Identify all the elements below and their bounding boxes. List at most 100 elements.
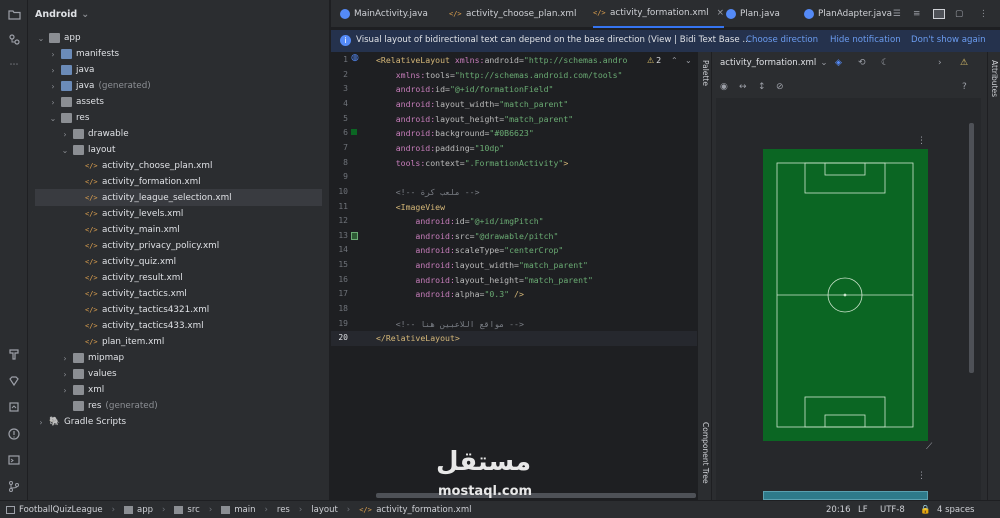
- color-swatch-icon[interactable]: [351, 129, 357, 135]
- eye-icon[interactable]: ◉: [720, 82, 728, 92]
- terminal-icon[interactable]: [6, 452, 22, 468]
- tab-list-icon[interactable]: ☰: [893, 0, 901, 28]
- design-view-icon[interactable]: ▢: [955, 0, 963, 28]
- resize-handle-icon[interactable]: ⟋: [926, 442, 932, 452]
- gem-icon[interactable]: [6, 373, 22, 389]
- chevron-up-icon[interactable]: ⌃: [671, 56, 678, 65]
- project-view-title: Android: [35, 8, 78, 20]
- tree-item-file[interactable]: </> activity_main.xml: [85, 222, 180, 238]
- tree-item-file-selected[interactable]: </> activity_league_selection.xml: [85, 190, 232, 206]
- problems-icon[interactable]: [6, 426, 22, 442]
- layout-file-select[interactable]: activity_formation.xml ⌄: [720, 58, 828, 68]
- tree-item-file[interactable]: </> activity_formation.xml: [85, 174, 201, 190]
- device-manager-icon[interactable]: [6, 399, 22, 415]
- split-view-icon[interactable]: [933, 0, 945, 28]
- hide-notification-link[interactable]: Hide notification: [830, 35, 901, 45]
- dont-show-again-link[interactable]: Don't show again: [911, 35, 986, 45]
- breadcrumb-separator: ›: [346, 504, 351, 515]
- more-options-icon[interactable]: ⋮: [979, 0, 988, 28]
- tree-item-file[interactable]: </> activity_tactics.xml: [85, 286, 187, 302]
- tree-item-gradle-scripts[interactable]: › 🐘 Gradle Scripts: [37, 414, 126, 430]
- lock-icon[interactable]: 🔒: [920, 505, 931, 515]
- tree-item-values[interactable]: › values: [61, 366, 117, 382]
- tree-item-mipmap[interactable]: › mipmap: [61, 350, 124, 366]
- tree-item-res[interactable]: ⌄ res: [49, 110, 89, 126]
- help-icon[interactable]: ?: [962, 82, 967, 92]
- design-canvas[interactable]: ⋮ ⟋ ⋮: [716, 98, 981, 500]
- horizontal-scrollbar[interactable]: [376, 493, 696, 498]
- chevron-right-icon: ›: [63, 369, 67, 379]
- tree-item-file[interactable]: </> activity_result.xml: [85, 270, 183, 286]
- line-number: 3: [343, 84, 348, 94]
- tree-item-layout[interactable]: ⌄ layout: [61, 142, 115, 158]
- phone-preview[interactable]: [763, 149, 928, 441]
- blueprint-preview[interactable]: [763, 491, 928, 500]
- code-view-icon[interactable]: ≡: [913, 0, 920, 28]
- tree-item-manifests[interactable]: › manifests: [49, 46, 119, 62]
- attributes-tab[interactable]: Attributes: [989, 60, 999, 97]
- build-hammer-icon[interactable]: [6, 346, 22, 362]
- tree-item-java[interactable]: › java: [49, 62, 94, 78]
- orientation-icon[interactable]: ⟲: [858, 58, 866, 68]
- tree-item-file[interactable]: </> activity_choose_plan.xml: [85, 158, 212, 174]
- tree-item-file[interactable]: </> activity_privacy_policy.xml: [85, 238, 219, 254]
- breadcrumb-item[interactable]: res: [277, 505, 290, 515]
- more-options-icon[interactable]: ⋮: [917, 136, 926, 146]
- module-icon: [6, 505, 15, 514]
- code-token: <RelativeLayout: [376, 55, 455, 65]
- tree-item-app[interactable]: ⌄ app: [37, 30, 81, 46]
- tree-item-file[interactable]: </> activity_tactics433.xml: [85, 318, 204, 334]
- tree-item-assets[interactable]: › assets: [49, 94, 104, 110]
- tab-mainactivity[interactable]: MainActivity.java: [340, 0, 428, 28]
- commit-icon[interactable]: [6, 31, 22, 47]
- night-mode-icon[interactable]: ☾: [881, 58, 889, 68]
- choose-direction-link[interactable]: Choose direction: [746, 35, 818, 45]
- tab-planadapter[interactable]: PlanAdapter.java: [804, 0, 892, 28]
- horizontal-arrows-icon[interactable]: ↔: [739, 82, 747, 92]
- breadcrumb-item[interactable]: app: [137, 505, 153, 515]
- breadcrumb-item[interactable]: src: [187, 505, 199, 515]
- code-line: android:padding="10dp": [376, 143, 504, 153]
- warnings-indicator[interactable]: ⚠ 2: [647, 56, 661, 65]
- tree-item-file[interactable]: </> plan_item.xml: [85, 334, 164, 350]
- chevron-down-icon[interactable]: ⌄: [685, 56, 692, 65]
- line-separator[interactable]: LF: [858, 505, 868, 515]
- version-control-icon[interactable]: [6, 478, 22, 494]
- chevron-right-icon[interactable]: ›: [938, 58, 942, 68]
- code-editor[interactable]: ◍ ⚠ 2 ⌃ ⌄ 1 2 3 4 5 6 7 8 9 10 11 12 13 14 15 16 17 18 19 20…: [331, 52, 697, 500]
- file-encoding[interactable]: UTF-8: [880, 505, 905, 515]
- project-view-selector[interactable]: Android ⌄: [28, 0, 330, 28]
- xml-file-icon: </>: [85, 274, 98, 282]
- tree-item-res-generated[interactable]: res (generated): [61, 398, 158, 414]
- tree-item-file[interactable]: </> activity_tactics4321.xml: [85, 302, 209, 318]
- tree-item-java-generated[interactable]: › java (generated): [49, 78, 151, 94]
- breadcrumb-item[interactable]: FootballQuizLeague: [19, 505, 103, 515]
- component-tree-tab[interactable]: Component Tree: [700, 422, 710, 484]
- tree-item-file[interactable]: </> activity_quiz.xml: [85, 254, 176, 270]
- vertical-arrows-icon[interactable]: ↕: [758, 82, 766, 92]
- tree-item-xml[interactable]: › xml: [61, 382, 104, 398]
- tab-activity-choose-plan[interactable]: </> activity_choose_plan.xml: [449, 0, 576, 28]
- folder-icon[interactable]: [6, 6, 22, 22]
- vertical-scrollbar[interactable]: [969, 123, 974, 373]
- breadcrumb-item[interactable]: main: [234, 505, 255, 515]
- caret-position[interactable]: 20:16: [826, 505, 851, 515]
- palette-tab[interactable]: Palette: [700, 60, 710, 86]
- more-options-icon[interactable]: ⋮: [917, 471, 926, 481]
- tree-item-file[interactable]: </> activity_levels.xml: [85, 206, 183, 222]
- code-token: background=: [435, 128, 490, 139]
- design-mode-icon[interactable]: ◈: [835, 58, 842, 68]
- indent-setting[interactable]: 4 spaces: [937, 505, 974, 515]
- tree-item-drawable[interactable]: › drawable: [61, 126, 129, 142]
- tab-activity-formation[interactable]: </> activity_formation.xml ×: [593, 0, 724, 28]
- code-token: scaleType=: [454, 245, 505, 256]
- image-preview-icon[interactable]: [351, 232, 358, 240]
- warning-icon[interactable]: ⚠: [960, 58, 968, 68]
- tab-plan[interactable]: Plan.java: [726, 0, 780, 28]
- close-icon[interactable]: ×: [717, 8, 724, 18]
- more-icon[interactable]: ⋯: [6, 57, 22, 73]
- tree-item-label: app: [64, 33, 81, 43]
- breadcrumb-item[interactable]: activity_formation.xml: [376, 505, 471, 515]
- breadcrumb-item[interactable]: layout: [311, 505, 338, 515]
- magnet-icon[interactable]: ⊘: [776, 82, 784, 92]
